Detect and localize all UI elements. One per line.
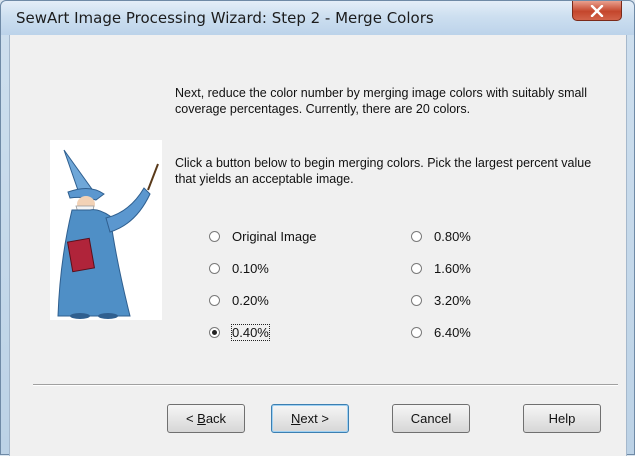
next-label-rest: ext > (300, 411, 329, 426)
radio-label: 3.20% (434, 292, 471, 308)
instruction-paragraph-2: Click a button below to begin merging co… (175, 156, 592, 186)
radio-button[interactable] (411, 262, 422, 274)
radio-6-40[interactable]: 6.40% (411, 323, 471, 341)
radio-0-80[interactable]: 0.80% (411, 227, 471, 245)
close-button[interactable] (572, 1, 622, 21)
help-button[interactable]: Help (523, 404, 601, 433)
window-title: SewArt Image Processing Wizard: Step 2 -… (16, 9, 434, 27)
title-bar[interactable]: SewArt Image Processing Wizard: Step 2 -… (1, 1, 634, 35)
radio-label: 0.80% (434, 228, 471, 244)
wizard-window: SewArt Image Processing Wizard: Step 2 -… (0, 0, 635, 456)
radio-0-10[interactable]: 0.10% (209, 259, 269, 277)
instruction-paragraph-1: Next, reduce the color number by merging… (175, 86, 587, 116)
next-button[interactable]: Next > (271, 404, 349, 433)
next-label-mnemonic: N (291, 411, 301, 426)
close-icon (590, 4, 604, 17)
radio-button[interactable] (411, 230, 422, 242)
radio-3-20[interactable]: 3.20% (411, 291, 471, 309)
radio-0-40[interactable]: 0.40% (209, 323, 270, 341)
cancel-label: Cancel (410, 411, 452, 426)
cancel-button[interactable]: Cancel (392, 404, 470, 433)
radio-button[interactable] (411, 294, 422, 306)
back-label-prefix: < (185, 411, 198, 426)
radio-label: 0.10% (232, 260, 269, 276)
help-label: Help (548, 411, 576, 426)
radio-label: Original Image (232, 228, 317, 244)
radio-button[interactable] (411, 326, 422, 338)
radio-button-selected[interactable] (209, 326, 220, 338)
separator-line (33, 384, 618, 386)
radio-label: 6.40% (434, 324, 471, 340)
radio-label: 1.60% (434, 260, 471, 276)
back-label-mnemonic: B (197, 411, 206, 426)
back-button[interactable]: < Back (167, 404, 245, 433)
wizard-illustration (50, 140, 162, 320)
back-label-rest: ack (205, 411, 227, 426)
radio-1-60[interactable]: 1.60% (411, 259, 471, 277)
radio-button[interactable] (209, 262, 220, 274)
radio-button[interactable] (209, 230, 220, 242)
radio-label: 0.20% (232, 292, 269, 308)
radio-original-image[interactable]: Original Image (209, 227, 317, 245)
radio-button[interactable] (209, 294, 220, 306)
radio-0-20[interactable]: 0.20% (209, 291, 269, 309)
radio-label: 0.40% (231, 323, 270, 341)
